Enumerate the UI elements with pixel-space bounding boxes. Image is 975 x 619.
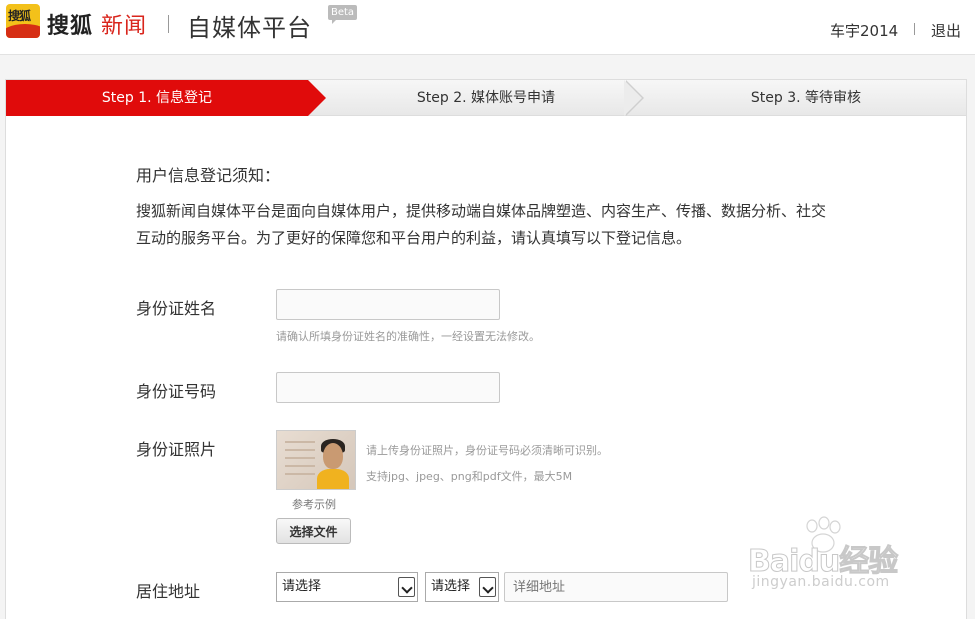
id-name-hint: 请确认所填身份证姓名的准确性，一经设置无法修改。 xyxy=(276,330,540,343)
notice-body: 搜狐新闻自媒体平台是面向自媒体用户，提供移动端自媒体品牌塑造、内容生产、传播、数… xyxy=(136,202,827,247)
chevron-down-icon xyxy=(479,577,496,597)
brand-divider xyxy=(168,15,169,33)
id-number-label: 身份证号码 xyxy=(136,382,217,401)
beta-badge: Beta xyxy=(328,5,358,24)
registration-card: Step 1. 信息登记 Step 2. 媒体账号申请 Step 3. 等待审核… xyxy=(5,79,967,619)
sample-caption: 参考示例 xyxy=(292,498,336,511)
chevron-down-icon xyxy=(398,577,415,597)
header-divider xyxy=(914,23,915,35)
detail-address-input[interactable] xyxy=(504,572,728,602)
id-photo-label: 身份证照片 xyxy=(136,440,217,459)
id-photo-hint-clarity: 请上传身份证照片，身份证号码必须清晰可识别。 xyxy=(366,444,608,457)
id-number-input[interactable] xyxy=(276,372,500,403)
id-card-portrait-face xyxy=(323,443,343,469)
id-card-text-lines xyxy=(285,441,315,481)
choose-file-button[interactable]: 选择文件 xyxy=(276,518,351,544)
province-select[interactable]: 请选择 xyxy=(276,572,418,602)
sohu-logo-icon[interactable]: 搜狐 xyxy=(6,4,40,38)
address-label: 居住地址 xyxy=(136,582,201,601)
id-card-sample-image xyxy=(276,430,356,490)
step-1-arrow xyxy=(308,80,326,116)
id-name-input[interactable] xyxy=(276,289,500,320)
notice-title: 用户信息登记须知： xyxy=(136,166,281,185)
city-select[interactable]: 请选择 xyxy=(425,572,499,602)
step-1-info-registration: Step 1. 信息登记 xyxy=(6,80,308,116)
logo-glyph: 搜狐 xyxy=(8,9,31,23)
city-select-value: 请选择 xyxy=(431,579,471,594)
step-chevron-inner xyxy=(624,80,642,116)
top-header: 搜狐 搜狐 新闻 自媒体平台 Beta 车宇2014 退出 xyxy=(0,0,975,55)
platform-title: 自媒体平台 xyxy=(187,14,312,42)
id-card-portrait-body xyxy=(317,469,349,489)
brand-sohu[interactable]: 搜狐 xyxy=(47,8,93,40)
id-photo-hint-format: 支持jpg、jpeg、png和pdf文件，最大5M xyxy=(366,470,573,483)
step-2-account-application: Step 2. 媒体账号申请 xyxy=(416,90,556,106)
step-3-await-review: Step 3. 等待审核 xyxy=(750,90,862,106)
logo-swoosh xyxy=(6,24,40,38)
username-link[interactable]: 车宇2014 xyxy=(830,20,898,41)
id-name-label: 身份证姓名 xyxy=(136,299,217,318)
brand-news[interactable]: 新闻 xyxy=(101,8,147,40)
step-progress-bar: Step 1. 信息登记 Step 2. 媒体账号申请 Step 3. 等待审核 xyxy=(6,80,966,116)
logout-link[interactable]: 退出 xyxy=(931,20,961,41)
province-select-value: 请选择 xyxy=(282,579,322,594)
